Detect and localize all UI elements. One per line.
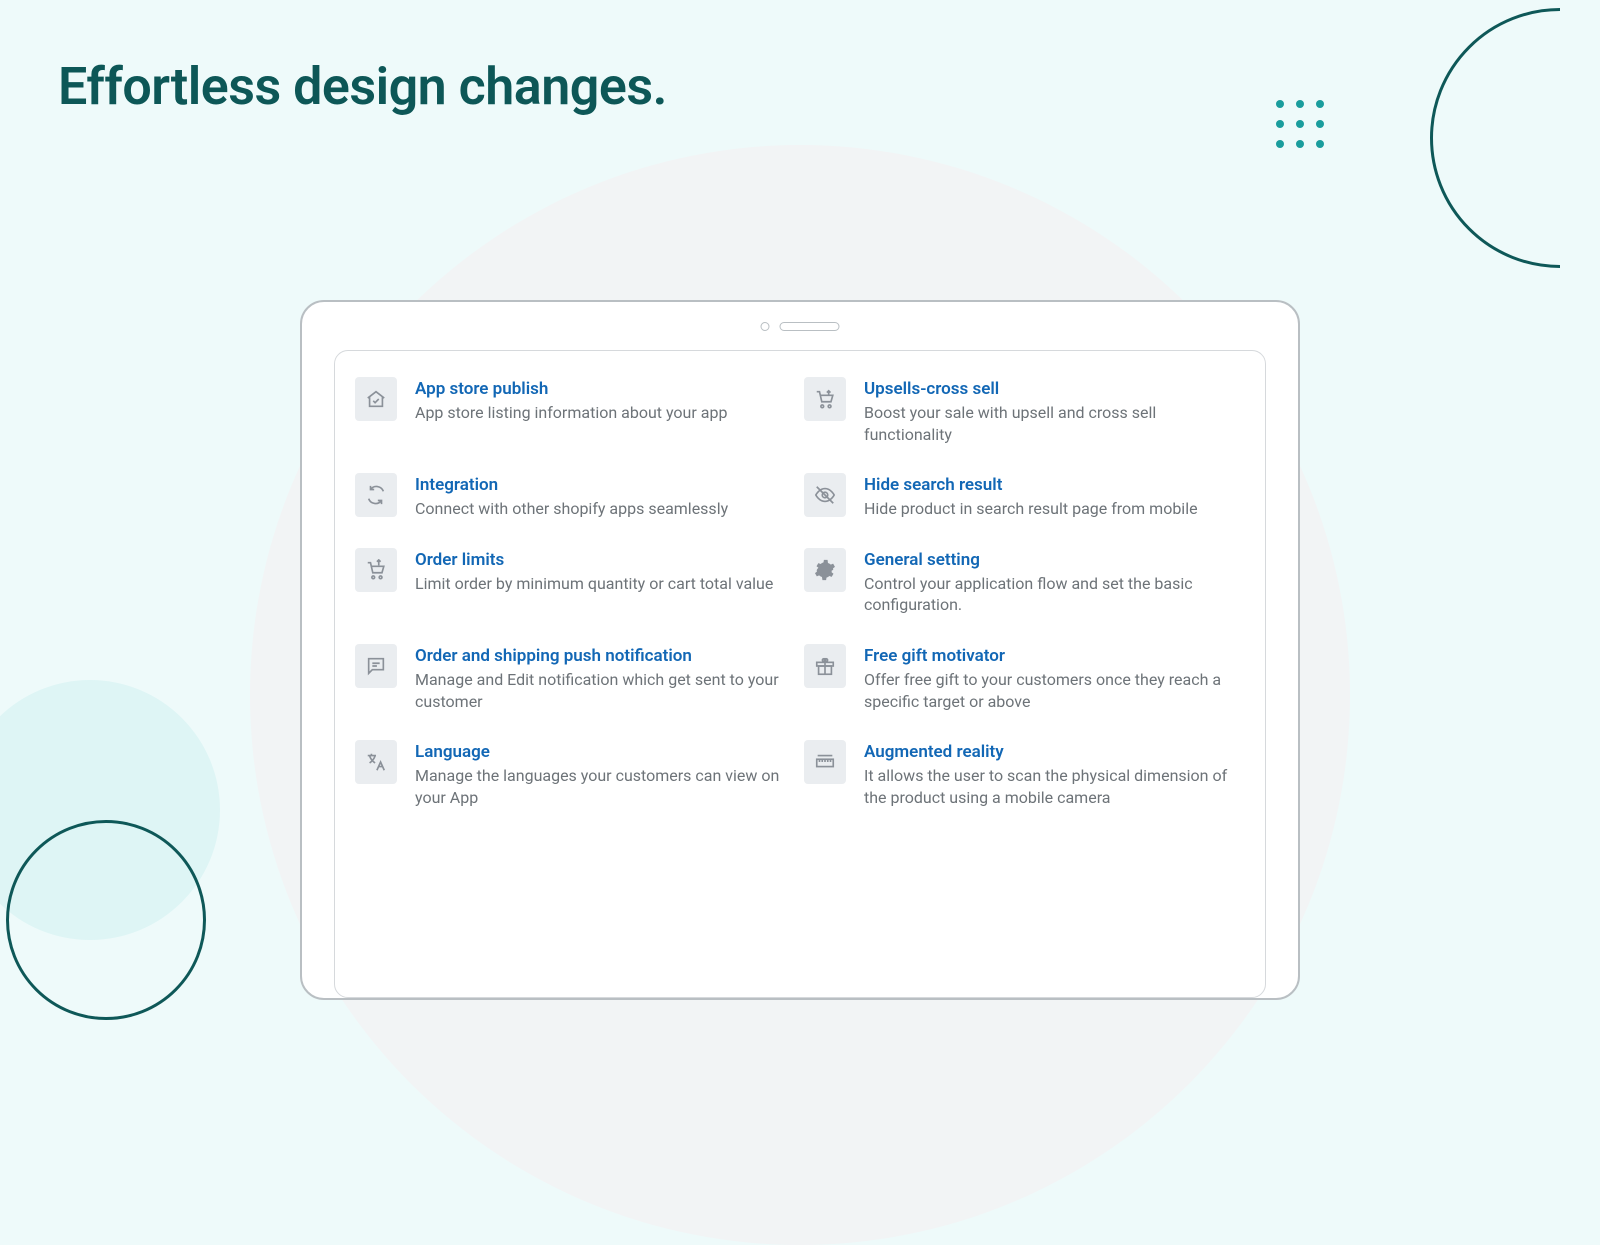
tablet-frame: App store publish App store listing infor… [300, 300, 1300, 1000]
house-check-icon [355, 377, 397, 421]
setting-title: General setting [864, 550, 1244, 570]
setting-item-language[interactable]: Language Manage the languages your custom… [355, 740, 796, 808]
gift-icon [804, 644, 846, 688]
settings-panel: App store publish App store listing infor… [334, 350, 1266, 998]
setting-item-hide-search-result[interactable]: Hide search result Hide product in search… [804, 473, 1245, 520]
translate-icon [355, 740, 397, 784]
setting-item-order-shipping-push[interactable]: Order and shipping push notification Mana… [355, 644, 796, 712]
setting-title: Hide search result [864, 475, 1198, 495]
setting-title: Upsells-cross sell [864, 379, 1244, 399]
setting-desc: Boost your sale with upsell and cross se… [864, 402, 1244, 445]
setting-item-free-gift-motivator[interactable]: Free gift motivator Offer free gift to yo… [804, 644, 1245, 712]
setting-item-order-limits[interactable]: Order limits Limit order by minimum quant… [355, 548, 796, 616]
setting-desc: Limit order by minimum quantity or cart … [415, 573, 773, 595]
setting-item-augmented-reality[interactable]: Augmented reality It allows the user to s… [804, 740, 1245, 808]
setting-title: Augmented reality [864, 742, 1244, 762]
setting-title: Free gift motivator [864, 646, 1244, 666]
page-headline: Effortless design changes. [58, 56, 667, 117]
setting-desc: App store listing information about your… [415, 402, 727, 424]
gear-icon [804, 548, 846, 592]
decorative-arc-top [1430, 8, 1600, 268]
chat-icon [355, 644, 397, 688]
ruler-icon [804, 740, 846, 784]
setting-desc: Control your application flow and set th… [864, 573, 1244, 616]
setting-item-app-store-publish[interactable]: App store publish App store listing infor… [355, 377, 796, 445]
setting-item-integration[interactable]: Integration Connect with other shopify ap… [355, 473, 796, 520]
setting-desc: Manage and Edit notification which get s… [415, 669, 795, 712]
setting-desc: It allows the user to scan the physical … [864, 765, 1244, 808]
cart-limit-icon [355, 548, 397, 592]
decorative-arc-bottom [6, 820, 206, 1020]
setting-desc: Offer free gift to your customers once t… [864, 669, 1244, 712]
cart-upsell-icon [804, 377, 846, 421]
setting-item-general-setting[interactable]: General setting Control your application … [804, 548, 1245, 616]
setting-desc: Hide product in search result page from … [864, 498, 1198, 520]
setting-desc: Manage the languages your customers can … [415, 765, 795, 808]
tablet-camera [761, 322, 840, 331]
setting-title: Language [415, 742, 795, 762]
setting-item-upsells-cross-sell[interactable]: Upsells-cross sell Boost your sale with u… [804, 377, 1245, 445]
setting-title: App store publish [415, 379, 727, 399]
setting-title: Integration [415, 475, 728, 495]
eye-slash-icon [804, 473, 846, 517]
sync-icon [355, 473, 397, 517]
setting-title: Order limits [415, 550, 773, 570]
decorative-dot-grid [1276, 100, 1324, 148]
setting-title: Order and shipping push notification [415, 646, 795, 666]
setting-desc: Connect with other shopify apps seamless… [415, 498, 728, 520]
